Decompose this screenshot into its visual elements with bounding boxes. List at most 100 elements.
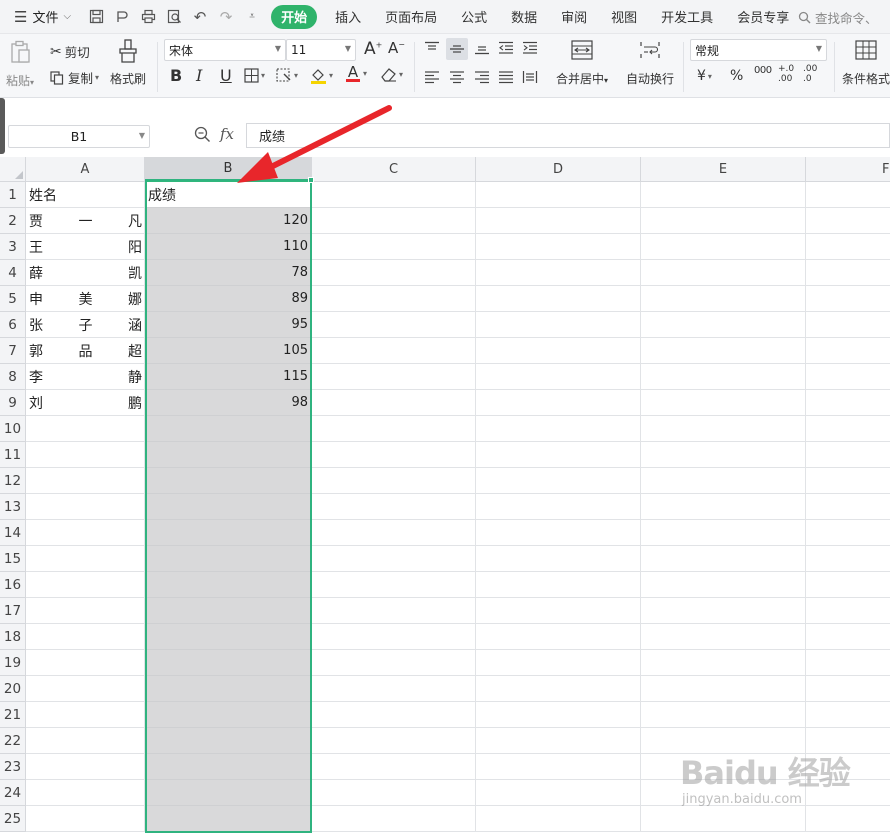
row-header[interactable]: 2 [0,208,26,234]
grid-cell[interactable] [312,598,476,624]
tab-home[interactable]: 开始 [271,4,318,29]
customize-icon[interactable]: ⩡ [241,6,263,28]
grid-cell[interactable] [145,572,312,598]
grid-cell[interactable] [476,416,641,442]
cell-style-button[interactable]: ▾ [276,68,298,83]
grid-cell[interactable] [641,676,806,702]
grid-cell[interactable] [26,806,145,832]
grid-cell[interactable] [806,416,890,442]
grid-cell[interactable] [641,520,806,546]
grid-cell[interactable] [476,520,641,546]
grid-cell[interactable] [312,572,476,598]
name-cell[interactable]: 薛凯 [26,260,145,286]
score-cell[interactable]: 78 [145,260,312,286]
font-color-button[interactable]: A ▾ [346,65,367,82]
grid-cell[interactable] [312,286,476,312]
row-header[interactable]: 25 [0,806,26,832]
grid-cell[interactable] [806,494,890,520]
grid-cell[interactable] [312,260,476,286]
row-header[interactable]: 16 [0,572,26,598]
grid-cell[interactable] [806,520,890,546]
grid-cell[interactable] [641,572,806,598]
grid-cell[interactable] [641,234,806,260]
grid-cell[interactable] [476,728,641,754]
grid-cell[interactable] [806,312,890,338]
grid-cell[interactable] [476,390,641,416]
grid-cell[interactable] [476,624,641,650]
row-header[interactable]: 6 [0,312,26,338]
grid-cell[interactable] [806,546,890,572]
grid-cell[interactable] [806,260,890,286]
file-menu[interactable]: ☰ 文件 ⌵ [8,4,77,30]
grid-cell[interactable] [476,546,641,572]
grid-cell[interactable] [476,702,641,728]
formula-input[interactable]: 成绩 [246,123,890,148]
grid-cell[interactable] [476,676,641,702]
row-header[interactable]: 9 [0,390,26,416]
row-header[interactable]: 12 [0,468,26,494]
grid-cell[interactable] [641,650,806,676]
grid-cell[interactable] [806,650,890,676]
grid-cell[interactable] [806,468,890,494]
font-size-select[interactable]: 11 ▼ [286,39,356,61]
grid-cell[interactable] [806,780,890,806]
row-header[interactable]: 1 [0,182,26,208]
increase-indent-button[interactable] [522,41,538,55]
wrap-text-button[interactable]: 自动换行 [626,40,674,87]
grid-cell[interactable] [145,520,312,546]
percent-button[interactable]: % [730,68,743,84]
name-cell[interactable]: 王阳 [26,234,145,260]
insert-function-button[interactable]: fx [220,125,234,143]
increase-decimal-button[interactable]: +.0.00 [778,64,794,84]
clear-button[interactable]: ▾ [380,67,403,82]
grid-cell[interactable] [476,260,641,286]
grid-cell[interactable] [641,182,806,208]
thousands-button[interactable]: 000 [754,65,772,76]
row-header[interactable]: 13 [0,494,26,520]
grid-cell[interactable] [641,780,806,806]
grid-cell[interactable] [806,754,890,780]
name-cell[interactable]: 申美娜 [26,286,145,312]
align-right-button[interactable] [474,70,490,84]
row-header[interactable]: 10 [0,416,26,442]
grid-cell[interactable] [312,416,476,442]
grid-cell[interactable] [476,650,641,676]
grid-cell[interactable] [806,208,890,234]
column-header-d[interactable]: D [476,157,641,182]
grid-cell[interactable] [641,338,806,364]
grid-cell[interactable] [145,442,312,468]
grid-cell[interactable] [312,312,476,338]
grid-cell[interactable] [26,546,145,572]
header-cell-name[interactable]: 姓名 [26,182,145,208]
score-cell[interactable]: 89 [145,286,312,312]
row-header[interactable]: 3 [0,234,26,260]
name-cell[interactable]: 李静 [26,364,145,390]
grid-cell[interactable] [641,624,806,650]
fill-color-button[interactable]: ▾ [310,67,333,84]
grid-cell[interactable] [26,572,145,598]
grid-cell[interactable] [145,598,312,624]
grid-cell[interactable] [641,312,806,338]
row-header[interactable]: 18 [0,624,26,650]
grid-cell[interactable] [476,182,641,208]
grid-cell[interactable] [641,806,806,832]
grid-cell[interactable] [26,494,145,520]
row-header[interactable]: 20 [0,676,26,702]
grid-cell[interactable] [26,442,145,468]
grid-cell[interactable] [312,520,476,546]
grid-cell[interactable] [145,780,312,806]
column-header-f[interactable]: F [806,157,890,182]
grid-cell[interactable] [312,390,476,416]
tab-page-layout[interactable]: 页面布局 [373,5,449,29]
grid-cell[interactable] [641,598,806,624]
grid-cell[interactable] [641,442,806,468]
grid-cell[interactable] [641,364,806,390]
grid-cell[interactable] [312,650,476,676]
grid-cell[interactable] [641,494,806,520]
grid-cell[interactable] [26,468,145,494]
grid-cell[interactable] [312,780,476,806]
grid-cell[interactable] [806,364,890,390]
grid-cell[interactable] [312,182,476,208]
grid-cell[interactable] [145,728,312,754]
grid-cell[interactable] [641,390,806,416]
